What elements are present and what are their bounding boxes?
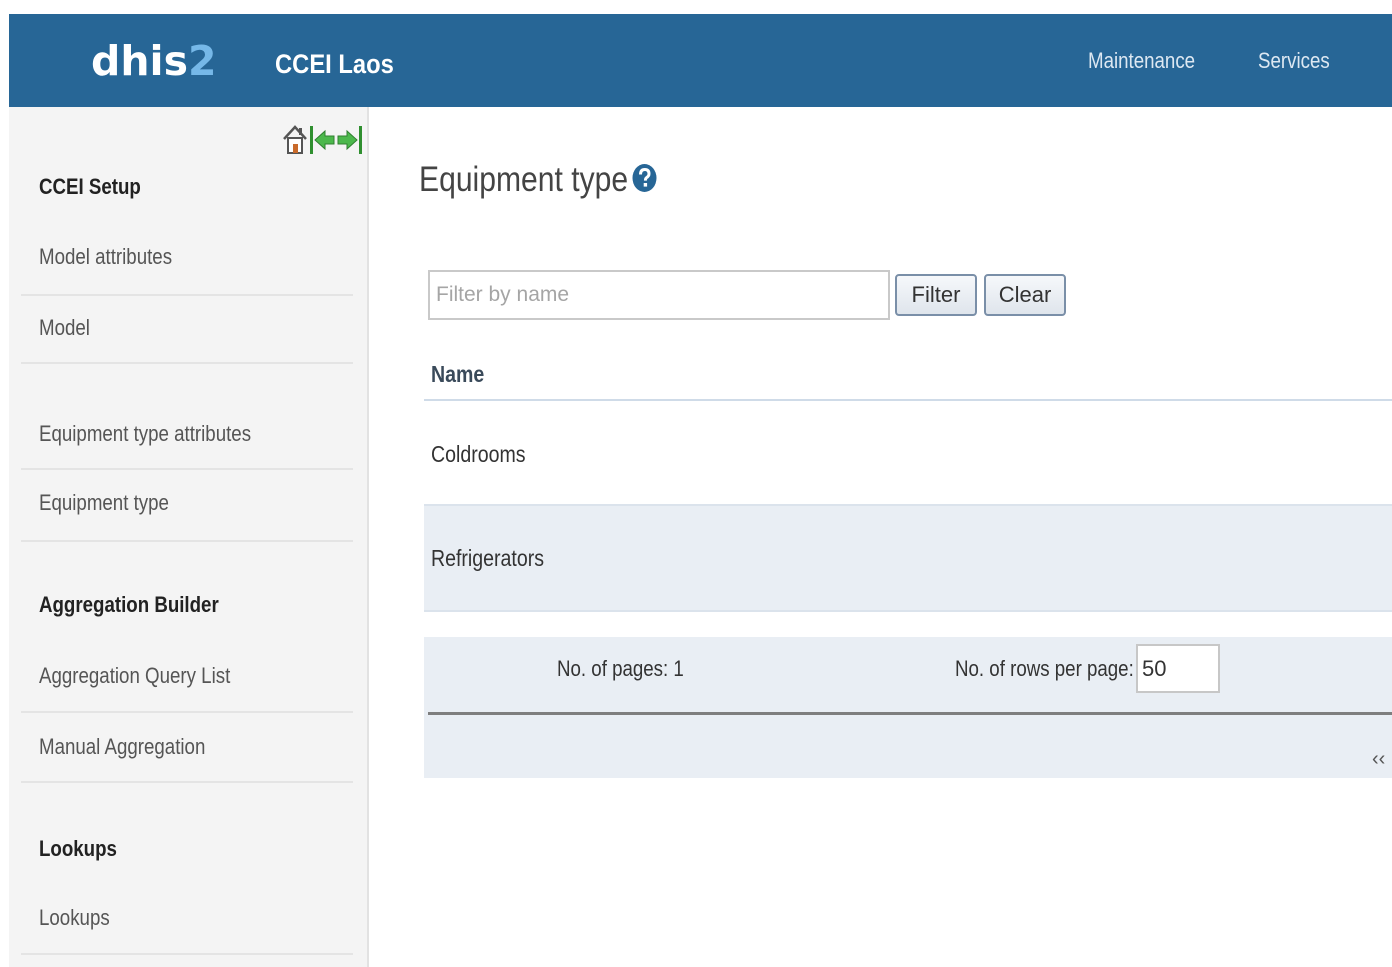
logo-digit: 2 bbox=[188, 37, 217, 85]
menu-item-model-attributes[interactable]: Model attributes bbox=[39, 243, 172, 271]
filter-button[interactable]: Filter bbox=[895, 274, 977, 316]
question-circle-icon[interactable] bbox=[632, 163, 657, 193]
table-column-header-name[interactable]: Name bbox=[431, 359, 484, 389]
collapse-menu-icon[interactable] bbox=[308, 123, 336, 157]
nav-services[interactable]: Services bbox=[1258, 47, 1330, 75]
left-menu: CCEI Setup Model attributes Model Equipm… bbox=[9, 107, 369, 967]
first-page-link[interactable]: ‹‹ bbox=[1372, 747, 1385, 771]
instance-title: CCEI Laos bbox=[275, 49, 394, 79]
page-title: Equipment type bbox=[419, 160, 629, 199]
menu-divider bbox=[21, 781, 353, 783]
expand-menu-icon[interactable] bbox=[336, 123, 364, 157]
menu-header-lookups: Lookups bbox=[39, 836, 117, 861]
menu-divider bbox=[21, 953, 353, 955]
table-row[interactable]: Coldrooms bbox=[431, 439, 526, 469]
menu-item-model[interactable]: Model bbox=[39, 314, 90, 342]
pager-divider bbox=[428, 712, 1392, 715]
dhis2-logo[interactable]: dhis2 bbox=[91, 36, 217, 86]
table-row[interactable]: Refrigerators bbox=[431, 543, 544, 573]
menu-divider bbox=[21, 294, 353, 296]
menu-item-equipment-type-attributes[interactable]: Equipment type attributes bbox=[39, 420, 251, 448]
home-icon[interactable] bbox=[281, 123, 309, 157]
menu-item-aggregation-query-list[interactable]: Aggregation Query List bbox=[39, 662, 230, 690]
pages-count: No. of pages: 1 bbox=[557, 656, 684, 681]
logo-text: dhis bbox=[91, 37, 188, 85]
menu-divider bbox=[21, 711, 353, 713]
menu-item-manual-aggregation[interactable]: Manual Aggregation bbox=[39, 733, 205, 761]
nav-maintenance[interactable]: Maintenance bbox=[1088, 47, 1195, 75]
table-row-alt-background bbox=[424, 504, 1392, 612]
clear-button[interactable]: Clear bbox=[984, 274, 1066, 316]
menu-item-equipment-type[interactable]: Equipment type bbox=[39, 489, 169, 517]
menu-header-aggregation-builder: Aggregation Builder bbox=[39, 592, 219, 617]
menu-divider bbox=[21, 468, 353, 470]
filter-by-name-input[interactable] bbox=[428, 270, 890, 320]
menu-header-ccei-setup: CCEI Setup bbox=[39, 174, 141, 199]
rows-per-page-input[interactable] bbox=[1136, 644, 1220, 693]
menu-divider bbox=[21, 362, 353, 364]
menu-divider bbox=[21, 540, 353, 542]
rows-per-page-label: No. of rows per page: bbox=[955, 656, 1134, 681]
table-header-divider bbox=[424, 399, 1392, 401]
top-header-bar: dhis2 CCEI Laos Maintenance Services bbox=[9, 14, 1392, 107]
menu-item-lookups[interactable]: Lookups bbox=[39, 904, 110, 932]
